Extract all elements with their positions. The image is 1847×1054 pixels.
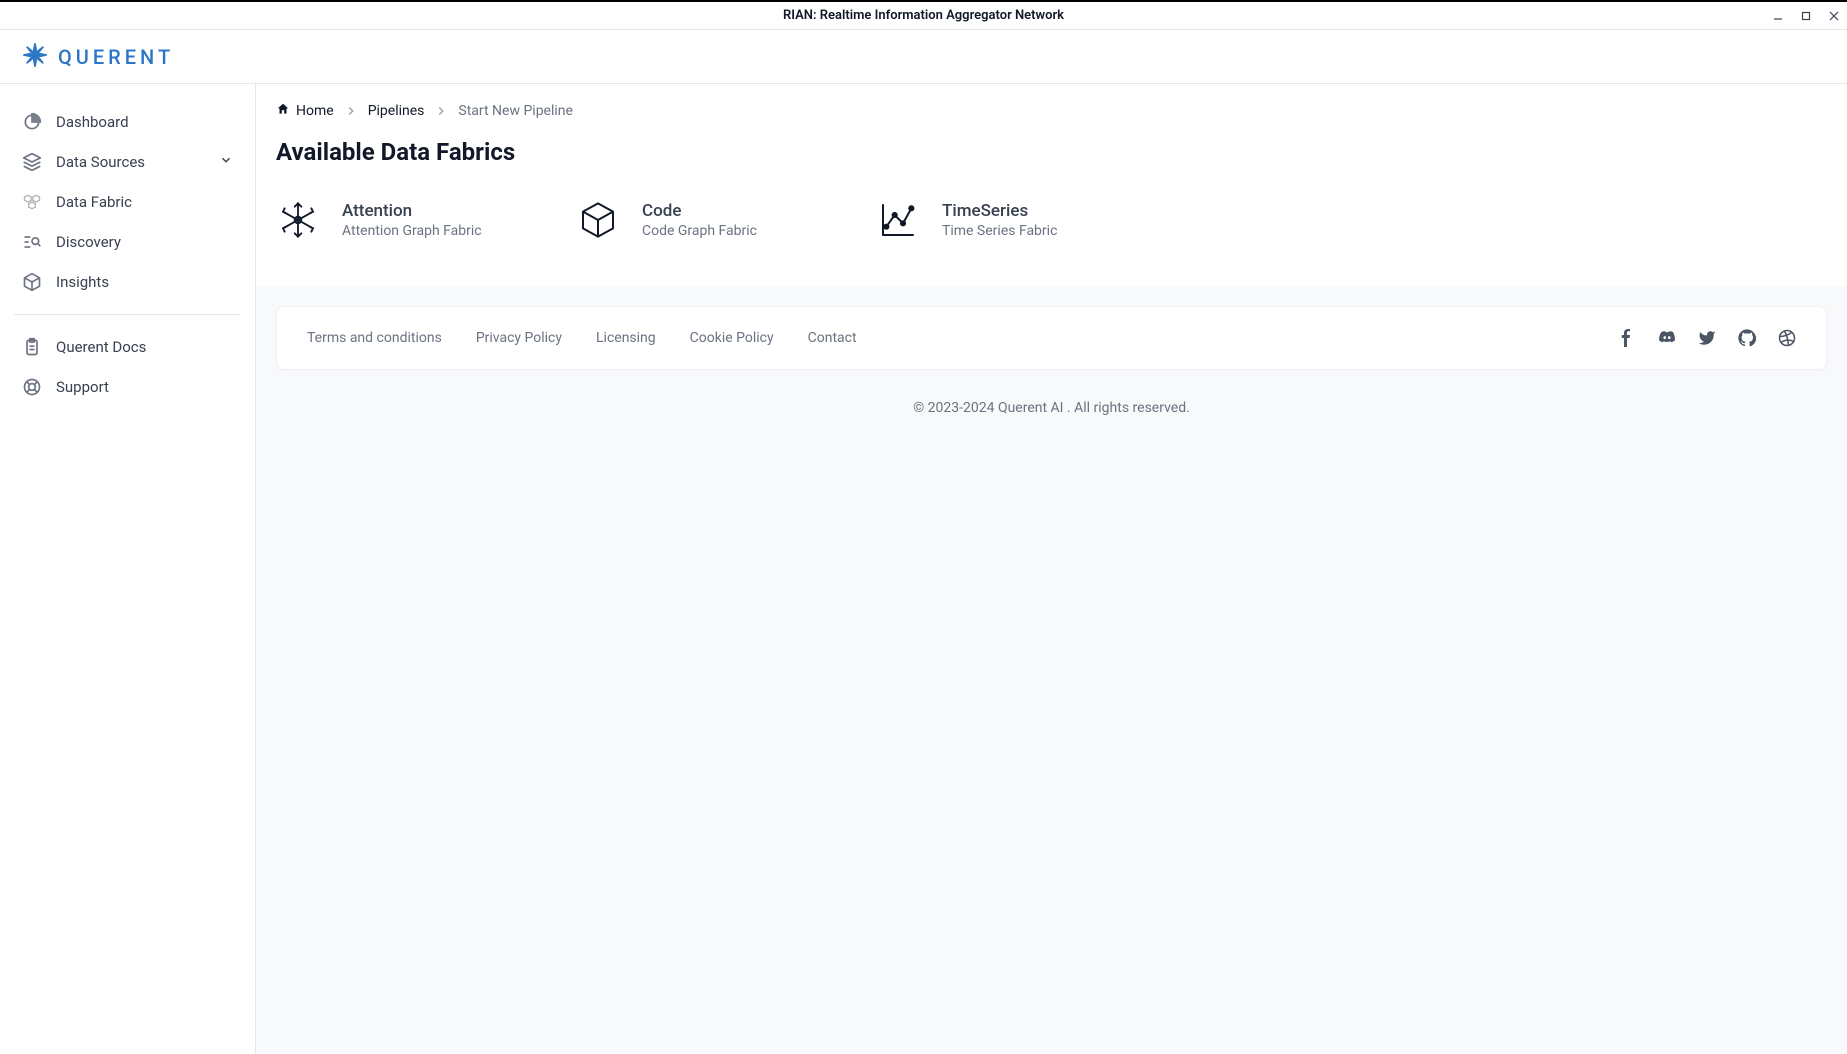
pie-chart-icon [22,112,42,132]
brand-logo[interactable]: QUERENT [22,42,174,72]
footer-social [1618,329,1796,347]
chart-line-icon [876,198,920,242]
hexagon-grid-icon [22,192,42,212]
breadcrumb: Home Pipelines Start New Pipeline [276,102,1827,120]
sidebar-divider [14,314,241,315]
footer-link-contact[interactable]: Contact [808,330,857,346]
brand-bar: QUERENT [0,30,1847,84]
window-maximize-button[interactable] [1799,9,1813,23]
chevron-down-icon [219,153,233,171]
fabric-card-code[interactable]: Code Code Graph Fabric [576,194,836,246]
window-title-bar: RIAN: Realtime Information Aggregator Ne… [0,2,1847,30]
sidebar-item-discovery[interactable]: Discovery [14,222,241,262]
footer-links: Terms and conditions Privacy Policy Lice… [307,330,857,346]
footer-link-terms[interactable]: Terms and conditions [307,330,442,346]
fabric-card-attention[interactable]: Attention Attention Graph Fabric [276,194,536,246]
home-icon [276,102,290,120]
sidebar-item-data-fabric[interactable]: Data Fabric [14,182,241,222]
brand-name: QUERENT [58,45,174,69]
life-ring-icon [22,377,42,397]
layers-icon [22,152,42,172]
breadcrumb-current: Start New Pipeline [458,103,573,119]
facebook-icon[interactable] [1618,329,1636,347]
discord-icon[interactable] [1658,329,1676,347]
cube-icon [22,272,42,292]
fabric-card-timeseries[interactable]: TimeSeries Time Series Fabric [876,194,1136,246]
breadcrumb-home[interactable]: Home [276,102,334,120]
breadcrumb-label: Start New Pipeline [458,103,573,119]
sidebar-item-label: Dashboard [56,113,129,131]
sidebar-item-label: Discovery [56,233,121,251]
sidebar-item-insights[interactable]: Insights [14,262,241,302]
dribbble-icon[interactable] [1778,329,1796,347]
breadcrumb-label: Home [296,103,334,119]
fabric-subtitle: Attention Graph Fabric [342,223,482,239]
sidebar-item-label: Data Fabric [56,193,132,211]
footer-copyright: © 2023-2024 Querent AI . All rights rese… [256,370,1847,456]
fabric-title: TimeSeries [942,201,1057,221]
sidebar-item-label: Data Sources [56,153,145,171]
search-lines-icon [22,232,42,252]
fabric-title: Attention [342,201,482,221]
github-icon[interactable] [1738,329,1756,347]
window-title: RIAN: Realtime Information Aggregator Ne… [783,8,1064,23]
fabric-subtitle: Time Series Fabric [942,223,1057,239]
sidebar-item-label: Querent Docs [56,338,146,356]
fabric-list: Attention Attention Graph Fabric [276,194,1827,286]
sidebar-item-support[interactable]: Support [14,367,241,407]
footer-band: Terms and conditions Privacy Policy Lice… [276,306,1827,370]
breadcrumb-pipelines[interactable]: Pipelines [368,103,425,119]
clipboard-icon [22,337,42,357]
chevron-right-icon [434,104,448,118]
snowflake-icon [276,198,320,242]
fabric-subtitle: Code Graph Fabric [642,223,757,239]
footer-link-privacy[interactable]: Privacy Policy [476,330,562,346]
cube-icon [576,198,620,242]
footer-link-licensing[interactable]: Licensing [596,330,656,346]
page-title: Available Data Fabrics [276,138,1827,166]
window-minimize-button[interactable] [1771,9,1785,23]
twitter-icon[interactable] [1698,329,1716,347]
sidebar-item-label: Support [56,378,109,396]
content-area: Home Pipelines Start New Pipeline [256,84,1847,1054]
window-close-button[interactable] [1827,9,1841,23]
breadcrumb-label: Pipelines [368,103,425,119]
brand-mark-icon [22,42,48,72]
window-controls [1771,2,1841,29]
footer-link-cookie[interactable]: Cookie Policy [690,330,774,346]
sidebar-item-dashboard[interactable]: Dashboard [14,102,241,142]
chevron-right-icon [344,104,358,118]
sidebar: Dashboard Data Sources Data Fabric [0,84,256,1054]
fabric-title: Code [642,201,757,221]
sidebar-item-label: Insights [56,273,109,291]
sidebar-item-docs[interactable]: Querent Docs [14,327,241,367]
sidebar-item-data-sources[interactable]: Data Sources [14,142,241,182]
